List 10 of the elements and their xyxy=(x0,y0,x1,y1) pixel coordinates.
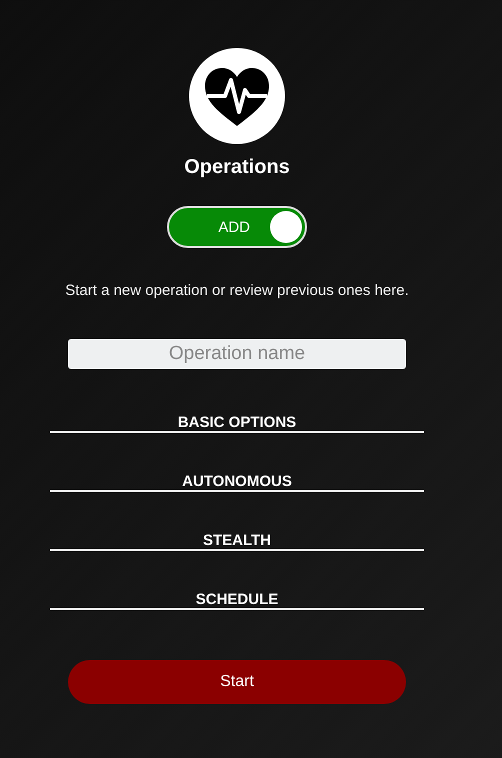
section-header[interactable]: BASIC OPTIONS xyxy=(50,414,424,433)
operation-name-field[interactable]: Operation name xyxy=(68,339,406,369)
section-header[interactable]: STEALTH xyxy=(50,532,424,551)
add-toggle[interactable]: ADD xyxy=(167,206,307,248)
page-title: Operations xyxy=(184,156,290,179)
section-header[interactable]: AUTONOMOUS xyxy=(50,473,424,492)
start-button[interactable]: Start xyxy=(68,660,406,704)
heart-pulse-icon xyxy=(189,48,285,144)
description-text: Start a new operation or review previous ones here. xyxy=(65,282,409,299)
section-header[interactable]: SCHEDULE xyxy=(50,591,424,610)
